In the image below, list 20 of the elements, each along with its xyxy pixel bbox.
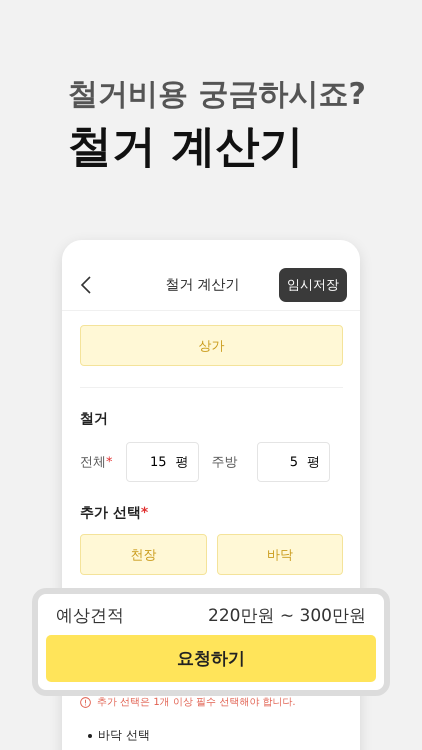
required-mark: * [106,455,112,470]
screen-title: 철거 계산기 [165,276,240,294]
warning-text: 추가 선택은 1개 이상 필수 선택해야 합니다. [97,696,296,709]
area-input[interactable]: 5 평 [257,442,330,482]
estimate-label: 예상견적 [56,605,124,627]
field-label: 주방 [212,455,238,470]
required-mark: * [140,505,148,521]
section-title: 추가 선택 [80,505,141,521]
request-button[interactable]: 요청하기 [46,635,376,682]
section-title: 철거 [80,410,109,428]
area-input[interactable]: 15 평 [126,442,198,482]
save-draft-button[interactable]: 임시저장 [278,268,347,302]
warning-icon [80,696,91,708]
estimate-value: 220만원 ~ 300만원 [208,605,366,627]
headline-title: 철거 계산기 [68,120,304,174]
bullet-icon [88,734,92,738]
bullet-text: 바닥 선택 [98,727,150,744]
field-label: 전체 [80,455,106,470]
back-icon[interactable] [80,276,92,294]
headline-subtitle: 철거비용 궁금하시죠? [68,76,367,114]
